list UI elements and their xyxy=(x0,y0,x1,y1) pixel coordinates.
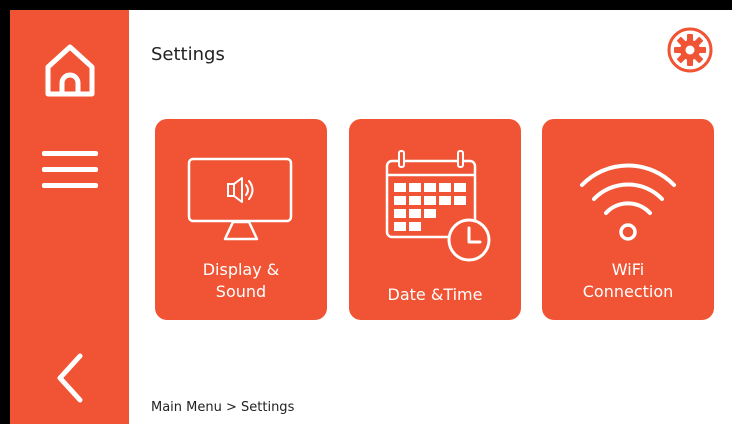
display-sound-tile[interactable]: Display & Sound xyxy=(155,119,327,320)
wifi-tile[interactable]: WiFi Connection xyxy=(542,119,714,320)
chevron-left-icon xyxy=(57,353,82,402)
sidebar xyxy=(10,10,129,424)
menu-button[interactable] xyxy=(10,135,129,205)
tile-label: Display & Sound xyxy=(202,260,280,301)
wifi-icon xyxy=(580,163,676,241)
calendar-clock-icon xyxy=(385,150,491,262)
tile-label: WiFi Connection xyxy=(582,260,674,301)
settings-button[interactable] xyxy=(665,25,715,75)
gear-icon xyxy=(667,27,713,73)
monitor-speaker-icon xyxy=(187,157,293,241)
tile-label: Date &Time xyxy=(387,285,483,304)
date-time-tile[interactable]: Date &Time xyxy=(349,119,521,320)
hamburger-menu-icon xyxy=(41,151,98,188)
home-icon xyxy=(45,44,94,97)
page-title: Settings xyxy=(151,44,225,65)
screen: Settings Display & Sound Date &Time WiFi… xyxy=(10,10,732,424)
home-button[interactable] xyxy=(10,30,129,110)
back-button[interactable] xyxy=(10,340,129,415)
breadcrumb: Main Menu > Settings xyxy=(151,400,295,415)
